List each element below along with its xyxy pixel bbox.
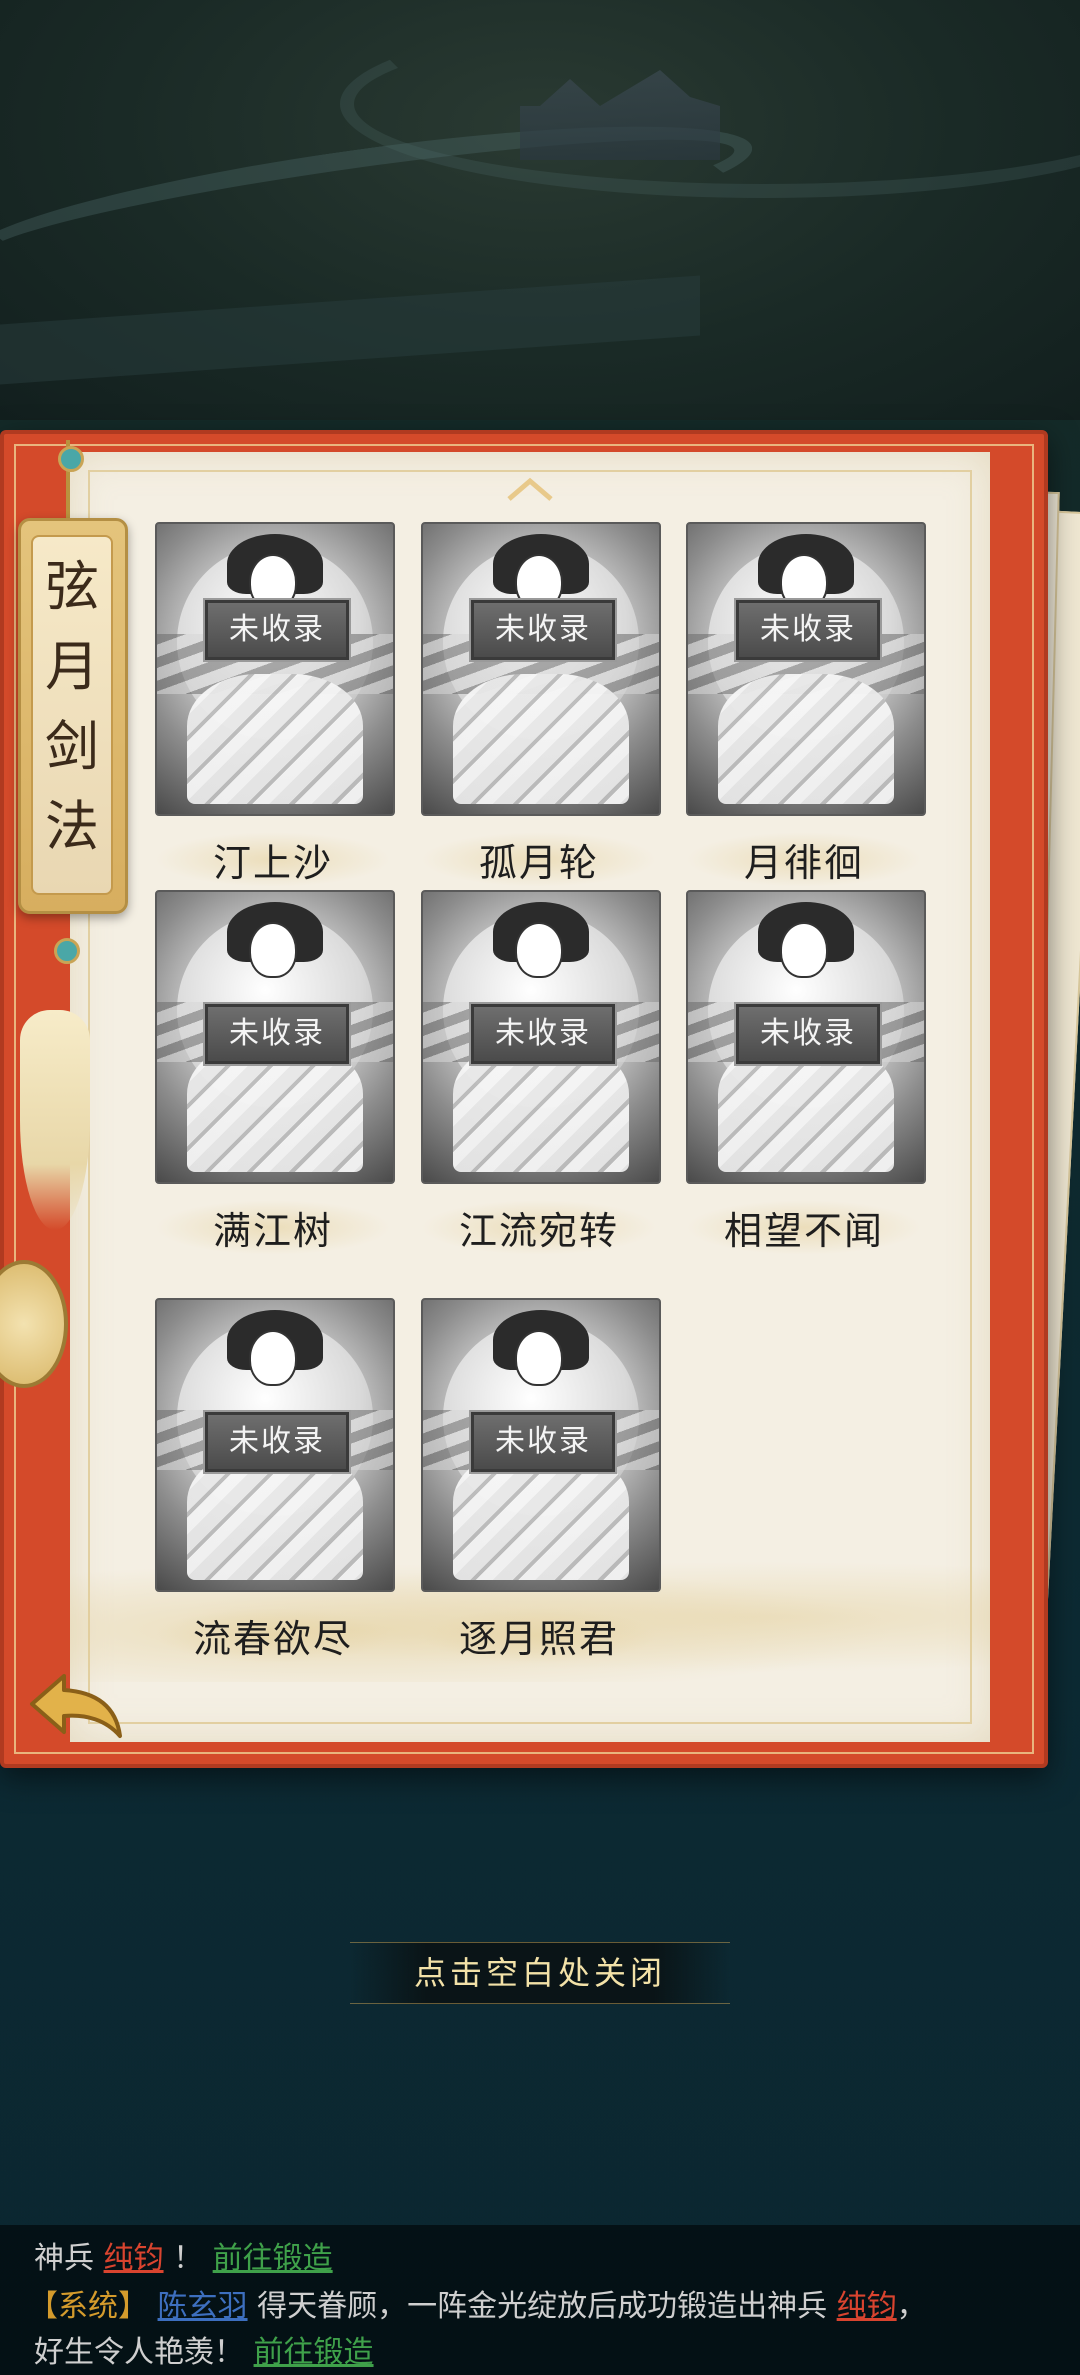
forge-link[interactable]: 前往锻造 xyxy=(254,2335,374,2370)
player-link[interactable]: 陈玄羽 xyxy=(158,2289,248,2324)
section-title: 弦月剑法 xyxy=(45,555,99,858)
jade-bead xyxy=(54,938,80,964)
chat-line: 【系统】 陈玄羽 得天眷顾，一阵金光绽放后成功锻造出神兵 纯钧， xyxy=(28,2289,927,2324)
card-item[interactable]: 未收录 月徘徊 xyxy=(686,522,926,887)
card-item[interactable]: 未收录 汀上沙 xyxy=(155,522,395,887)
card-name: 相望不闻 xyxy=(686,1200,922,1255)
chevron-up-icon xyxy=(507,477,553,501)
card-item[interactable]: 未收录 孤月轮 xyxy=(421,522,661,887)
forge-link[interactable]: 前往锻造 xyxy=(213,2241,333,2276)
uncollected-badge: 未收录 xyxy=(203,1410,351,1474)
card-name: 逐月照君 xyxy=(421,1608,657,1663)
card-name: 江流宛转 xyxy=(421,1200,657,1255)
uncollected-badge: 未收录 xyxy=(734,598,882,662)
close-hint-label[interactable]: 点击空白处关闭 xyxy=(350,1942,730,2004)
uncollected-badge: 未收录 xyxy=(734,1002,882,1066)
card-name: 汀上沙 xyxy=(155,832,391,887)
card-item[interactable]: 未收录 相望不闻 xyxy=(686,890,926,1255)
uncollected-badge: 未收录 xyxy=(469,1410,617,1474)
chat-line: 神兵 纯钧 ！ 前往锻造 xyxy=(34,2241,333,2276)
card-thumbnail: 未收录 xyxy=(155,890,395,1184)
card-item[interactable]: 未收录 江流宛转 xyxy=(421,890,661,1255)
card-item[interactable]: 未收录 逐月照君 xyxy=(421,1298,661,1663)
card-thumbnail: 未收录 xyxy=(155,1298,395,1592)
uncollected-badge: 未收录 xyxy=(203,598,351,662)
card-thumbnail: 未收录 xyxy=(421,890,661,1184)
card-item[interactable]: 未收录 流春欲尽 xyxy=(155,1298,395,1663)
card-thumbnail: 未收录 xyxy=(155,522,395,816)
card-name: 月徘徊 xyxy=(686,832,922,887)
card-thumbnail: 未收录 xyxy=(421,1298,661,1592)
card-item[interactable]: 未收录 满江树 xyxy=(155,890,395,1255)
card-name: 流春欲尽 xyxy=(155,1608,391,1663)
card-thumbnail: 未收录 xyxy=(421,522,661,816)
card-thumbnail: 未收录 xyxy=(686,522,926,816)
chat-line: 好生令人艳羡！ 前往锻造 xyxy=(34,2335,374,2370)
chat-log: 神兵 纯钧 ！ 前往锻造 【系统】 陈玄羽 得天眷顾，一阵金光绽放后成功锻造出神… xyxy=(0,2225,1080,2375)
section-tag: 弦月剑法 xyxy=(18,518,128,914)
card-thumbnail: 未收录 xyxy=(686,890,926,1184)
uncollected-badge: 未收录 xyxy=(469,598,617,662)
weapon-link[interactable]: 纯钧 xyxy=(837,2289,897,2324)
back-arrow-icon[interactable] xyxy=(26,1670,126,1740)
uncollected-badge: 未收录 xyxy=(469,1002,617,1066)
jade-bead xyxy=(58,446,84,472)
card-name: 满江树 xyxy=(155,1200,391,1255)
weapon-link[interactable]: 纯钧 xyxy=(104,2241,164,2276)
uncollected-badge: 未收录 xyxy=(203,1002,351,1066)
tassel-ornament xyxy=(20,1010,90,1230)
system-tag: 【系统】 xyxy=(28,2289,148,2324)
card-name: 孤月轮 xyxy=(421,832,657,887)
background-landscape xyxy=(0,0,1080,420)
